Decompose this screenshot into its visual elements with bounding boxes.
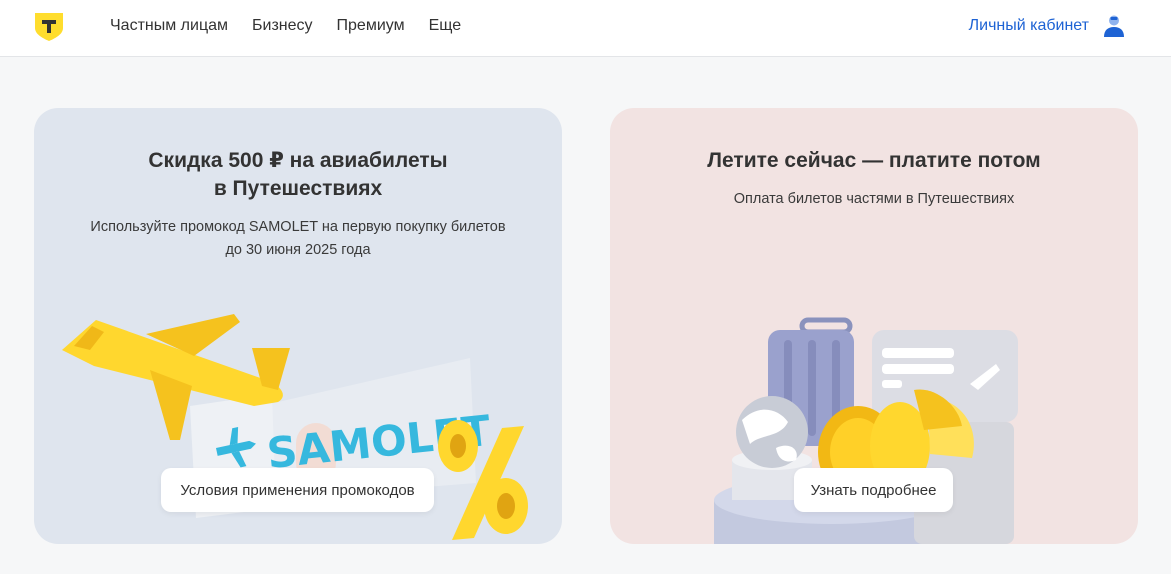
card-subtitle-line-2: до 30 июня 2025 года [225, 242, 371, 258]
nav-premium[interactable]: Премиум [337, 17, 405, 35]
learn-more-button[interactable]: Узнать подробнее [794, 468, 953, 512]
card-subtitle: Используйте промокод SAMOLET на первую п… [34, 216, 562, 262]
nav-private[interactable]: Частным лицам [110, 17, 228, 35]
site-header: Частным лицам Бизнесу Премиум Еще Личный… [0, 0, 1171, 57]
card-subtitle-line-1: Используйте промокод SAMOLET на первую п… [90, 219, 506, 235]
card-title: Летите сейчас — платите потом [707, 149, 1041, 172]
card-title: Скидка 500 ₽ на авиабилеты в Путешествия… [34, 147, 562, 203]
personal-account-link[interactable]: Личный кабинет [969, 17, 1089, 35]
promo-card-discount[interactable]: SAMOLET Скидка 500 ₽ на авиабилеты в Пут… [34, 108, 562, 544]
user-icon[interactable] [1103, 14, 1125, 38]
personal-account[interactable]: Личный кабинет [969, 0, 1125, 52]
main-nav: Частным лицам Бизнесу Премиум Еще [110, 0, 461, 52]
promo-terms-button[interactable]: Условия применения промокодов [161, 468, 434, 512]
card-title-line-2: в Путешествиях [213, 177, 383, 200]
card-subtitle: Оплата билетов частями в Путешествиях [733, 191, 1015, 207]
card-title-line-1: Скидка 500 ₽ на авиабилеты [148, 149, 448, 172]
nav-more[interactable]: Еще [429, 17, 462, 35]
globe-icon [736, 396, 808, 468]
nav-business[interactable]: Бизнесу [252, 17, 313, 35]
promo-card-installments[interactable]: Летите сейчас — платите потом Оплата бил… [610, 108, 1138, 544]
bank-logo-icon[interactable] [34, 12, 64, 42]
